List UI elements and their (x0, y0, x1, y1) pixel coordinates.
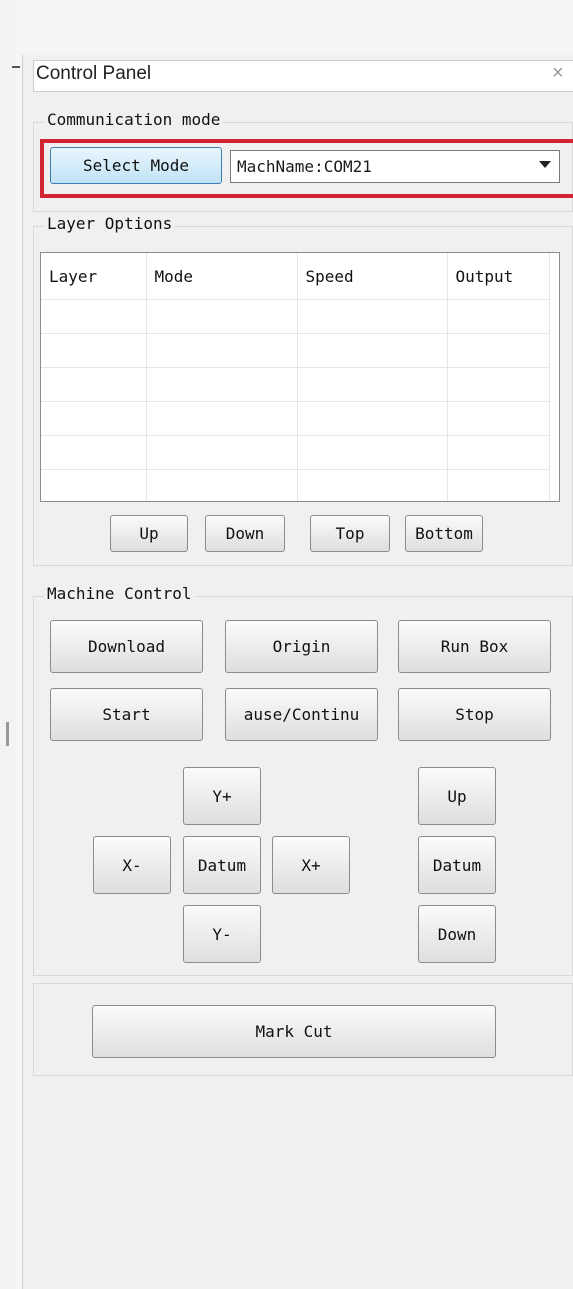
origin-button[interactable]: Origin (225, 620, 378, 673)
y-plus-button[interactable]: Y+ (183, 767, 261, 825)
machine-select-value: MachName:COM21 (237, 157, 372, 176)
machine-control-legend: Machine Control (44, 584, 195, 603)
table-cell (447, 333, 550, 368)
column-header-mode[interactable]: Mode (146, 253, 298, 300)
table-row[interactable] (41, 401, 550, 436)
close-icon[interactable]: × (552, 62, 564, 85)
z-down-button[interactable]: Down (418, 905, 496, 963)
column-header-speed[interactable]: Speed (297, 253, 448, 300)
table-cell (447, 367, 550, 402)
column-header-output[interactable]: Output (447, 253, 550, 300)
communication-mode-legend: Communication mode (44, 110, 224, 129)
table-cell (146, 435, 298, 470)
left-edge-strip (0, 0, 16, 1289)
table-cell (297, 401, 448, 436)
table-cell (146, 469, 298, 501)
chevron-down-icon[interactable] (539, 161, 551, 168)
table-cell (41, 299, 147, 334)
table-cell (146, 299, 298, 334)
dock-marker (12, 66, 20, 68)
table-cell (146, 367, 298, 402)
x-minus-button[interactable]: X- (93, 836, 171, 894)
column-header-layer[interactable]: Layer (41, 253, 147, 300)
layer-down-button[interactable]: Down (205, 515, 285, 552)
datum-xy-button[interactable]: Datum (183, 836, 261, 894)
pause-continue-button[interactable]: ause/Continu (225, 688, 378, 741)
table-cell (297, 367, 448, 402)
table-cell (297, 469, 448, 501)
table-cell (447, 469, 550, 501)
layer-table[interactable]: Layer Mode Speed Output (40, 252, 560, 502)
table-cell (297, 299, 448, 334)
table-row[interactable] (41, 469, 550, 501)
table-cell (146, 333, 298, 368)
run-box-button[interactable]: Run Box (398, 620, 551, 673)
splitter-handle[interactable] (6, 722, 9, 746)
layer-top-button[interactable]: Top (310, 515, 390, 552)
z-datum-button[interactable]: Datum (418, 836, 496, 894)
machine-select[interactable]: MachName:COM21 (230, 150, 560, 183)
table-cell (41, 435, 147, 470)
table-header-row: Layer Mode Speed Output (41, 253, 550, 300)
y-minus-button[interactable]: Y- (183, 905, 261, 963)
stop-button[interactable]: Stop (398, 688, 551, 741)
start-button[interactable]: Start (50, 688, 203, 741)
x-plus-button[interactable]: X+ (272, 836, 350, 894)
layer-up-button[interactable]: Up (110, 515, 188, 552)
panel-title: Control Panel (36, 63, 152, 84)
table-cell (41, 469, 147, 501)
table-row[interactable] (41, 435, 550, 470)
table-row[interactable] (41, 367, 550, 402)
layer-bottom-button[interactable]: Bottom (405, 515, 483, 552)
table-cell (297, 435, 448, 470)
select-mode-button[interactable]: Select Mode (50, 147, 222, 184)
table-cell (297, 333, 448, 368)
table-cell (41, 333, 147, 368)
download-button[interactable]: Download (50, 620, 203, 673)
table-cell (447, 299, 550, 334)
table-row[interactable] (41, 333, 550, 368)
table-cell (41, 367, 147, 402)
z-up-button[interactable]: Up (418, 767, 496, 825)
mark-cut-button[interactable]: Mark Cut (92, 1005, 496, 1058)
table-cell (41, 401, 147, 436)
table-cell (146, 401, 298, 436)
table-row[interactable] (41, 299, 550, 334)
layer-options-legend: Layer Options (44, 214, 176, 233)
table-cell (447, 435, 550, 470)
table-cell (447, 401, 550, 436)
